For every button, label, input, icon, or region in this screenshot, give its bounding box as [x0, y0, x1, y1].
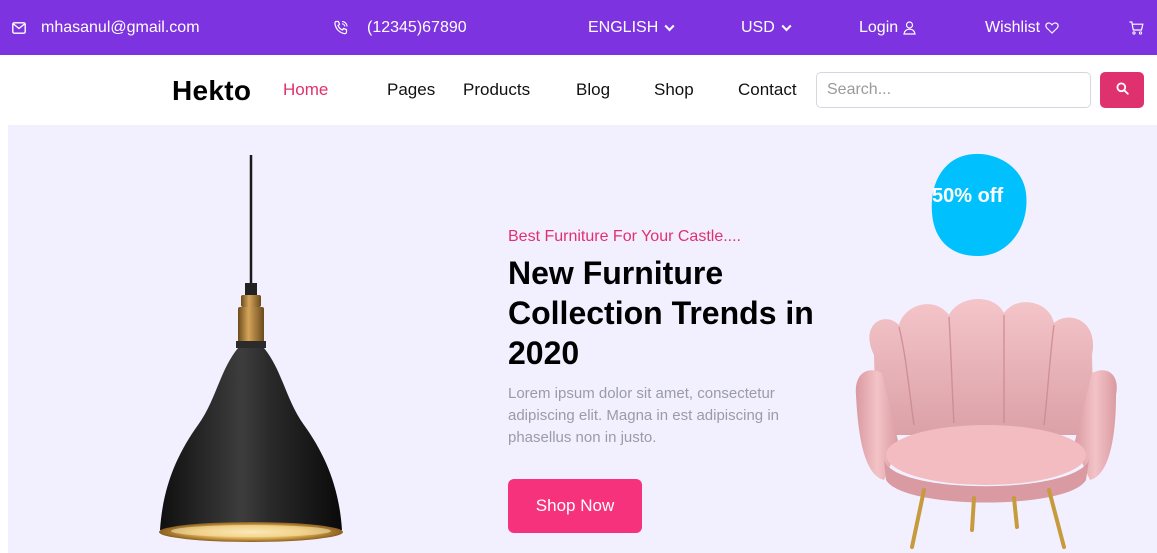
search-button[interactable]	[1100, 72, 1144, 108]
phone-icon	[333, 20, 349, 36]
pendant-lamp-image	[159, 155, 343, 542]
login-link[interactable]: Login	[859, 0, 916, 55]
logo[interactable]: Hekto	[172, 75, 251, 107]
nav-home[interactable]: Home	[283, 55, 328, 125]
cart-button[interactable]	[1129, 0, 1144, 55]
currency-select[interactable]: USD	[741, 0, 792, 55]
mail-icon	[12, 21, 26, 34]
main-nav: Hekto Home Pages Products Blog Shop Cont…	[0, 55, 1157, 125]
nav-shop[interactable]: Shop	[654, 55, 694, 125]
user-icon	[903, 20, 916, 35]
language-select[interactable]: ENGLISH	[588, 0, 675, 55]
wishlist-link[interactable]: Wishlist	[985, 0, 1059, 55]
email-item[interactable]: mhasanul@gmail.com	[12, 0, 200, 55]
nav-pages[interactable]: Pages	[387, 55, 435, 125]
armchair-image	[855, 298, 1117, 549]
login-label: Login	[859, 18, 899, 36]
search-icon	[1116, 82, 1129, 98]
phone-text: (12345)67890	[367, 18, 467, 36]
currency-label: USD	[741, 18, 775, 36]
top-bar: mhasanul@gmail.com (12345)67890 ENGLISH …	[0, 0, 1157, 55]
cart-icon	[1129, 20, 1144, 35]
nav-blog[interactable]: Blog	[576, 55, 610, 125]
language-label: ENGLISH	[588, 18, 659, 36]
nav-products[interactable]: Products	[463, 55, 530, 125]
hero-banner: Best Furniture For Your Castle.... New F…	[8, 125, 1157, 553]
search-input[interactable]	[816, 72, 1091, 108]
hero-description: Lorem ipsum dolor sit amet, consectetur …	[508, 385, 779, 446]
chevron-down-icon	[781, 24, 792, 32]
heart-icon	[1045, 21, 1059, 34]
nav-contact[interactable]: Contact	[738, 55, 797, 125]
chevron-down-icon	[664, 24, 675, 32]
hero-subtitle: Best Furniture For Your Castle....	[508, 228, 741, 245]
hero-title: New Furniture Collection Trends in 2020	[508, 255, 814, 371]
phone-item[interactable]: (12345)67890	[333, 0, 467, 55]
wishlist-label: Wishlist	[985, 18, 1041, 36]
discount-badge: 50% off	[932, 185, 1004, 207]
shop-now-button[interactable]: Shop Now	[508, 479, 642, 533]
email-text: mhasanul@gmail.com	[41, 18, 200, 36]
